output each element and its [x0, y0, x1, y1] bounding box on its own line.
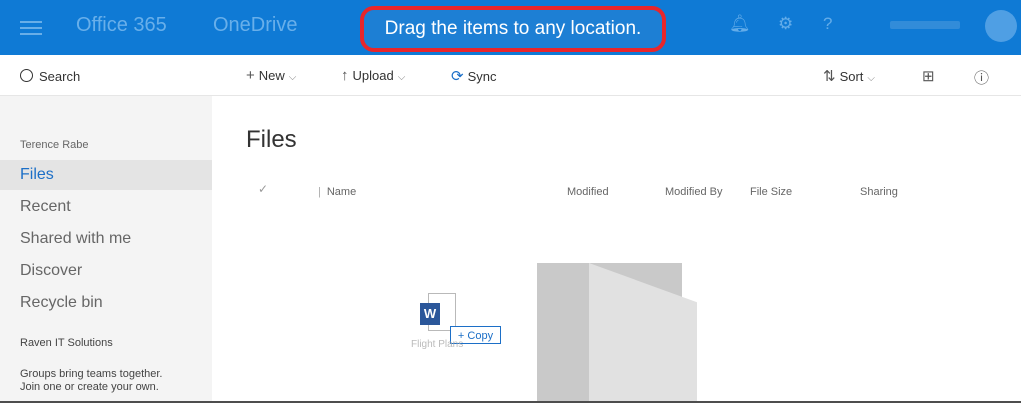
chevron-down-icon: ⌵ — [288, 72, 297, 83]
chevron-down-icon: ⌵ — [867, 73, 876, 84]
left-nav: Terence Rabe Files Recent Shared with me… — [0, 96, 212, 403]
plus-icon: + — [246, 67, 255, 84]
sidebar-item-recycle-bin[interactable]: Recycle bin — [0, 288, 212, 318]
sort-label: Sort — [839, 69, 864, 84]
user-name[interactable] — [890, 21, 960, 29]
page-title: Files — [246, 126, 297, 153]
bell-icon[interactable]: 🔔︎ — [729, 14, 751, 34]
help-icon[interactable]: ? — [823, 14, 832, 34]
gear-icon[interactable]: ⚙ — [778, 14, 793, 34]
groups-promo-line1: Groups bring teams together. — [20, 368, 163, 380]
new-button[interactable]: + New ⌵ — [246, 67, 296, 84]
groups-promo-line2: Join one or create your own. — [20, 381, 159, 393]
sync-button[interactable]: ⟳ Sync — [451, 67, 496, 85]
dragged-file-label: Flight Plans — [411, 339, 464, 350]
instruction-callout: Drag the items to any location. — [360, 6, 666, 52]
app-launcher-icon[interactable] — [20, 17, 42, 37]
sidebar-item-recent[interactable]: Recent — [0, 192, 212, 222]
groups-promo[interactable]: Groups bring teams together. Join one or… — [20, 368, 162, 394]
upload-label: Upload — [352, 68, 394, 83]
sidebar-user-name: Terence Rabe — [20, 139, 89, 151]
word-icon: W — [420, 303, 440, 325]
sidebar-item-discover[interactable]: Discover — [0, 256, 212, 286]
suite-name[interactable]: Office 365 — [76, 14, 167, 37]
column-header-sharing[interactable]: Sharing — [860, 186, 898, 198]
upload-button[interactable]: ↑ Upload ⌵ — [341, 67, 405, 84]
sort-icon: ⇅ — [823, 68, 836, 85]
sidebar-item-files[interactable]: Files — [0, 160, 212, 190]
search-icon — [20, 69, 33, 82]
info-icon[interactable]: ⓘ — [974, 67, 993, 88]
new-label: New — [258, 68, 285, 83]
column-header-modified-by[interactable]: Modified By — [665, 186, 722, 198]
sidebar-org[interactable]: Raven IT Solutions — [20, 337, 113, 349]
avatar[interactable] — [985, 10, 1017, 42]
sort-button[interactable]: ⇅ Sort ⌵ — [823, 67, 875, 85]
sidebar-item-shared[interactable]: Shared with me — [0, 224, 212, 254]
select-all-checkbox[interactable]: ✓ — [258, 182, 268, 196]
sync-label: Sync — [467, 69, 497, 84]
sync-icon: ⟳ — [451, 68, 464, 85]
column-header-file-size[interactable]: File Size — [750, 186, 792, 198]
command-bar: Search + New ⌵ ↑ Upload ⌵ ⟳ Sync ⇅ Sort ⌵ ⊞ ⓘ — [0, 55, 1021, 96]
column-header-modified[interactable]: Modified — [567, 186, 609, 198]
chevron-down-icon: ⌵ — [397, 72, 406, 83]
upload-icon: ↑ — [341, 67, 349, 84]
column-header-name[interactable]: | Name — [318, 186, 356, 198]
column-header-name-label: Name — [326, 186, 357, 198]
app-name[interactable]: OneDrive — [213, 14, 297, 37]
search-box[interactable]: Search — [20, 68, 80, 84]
search-label: Search — [39, 69, 81, 84]
view-toggle-grid-icon[interactable]: ⊞ — [922, 67, 939, 85]
suite-header: Office 365 OneDrive Drag the items to an… — [0, 0, 1021, 55]
